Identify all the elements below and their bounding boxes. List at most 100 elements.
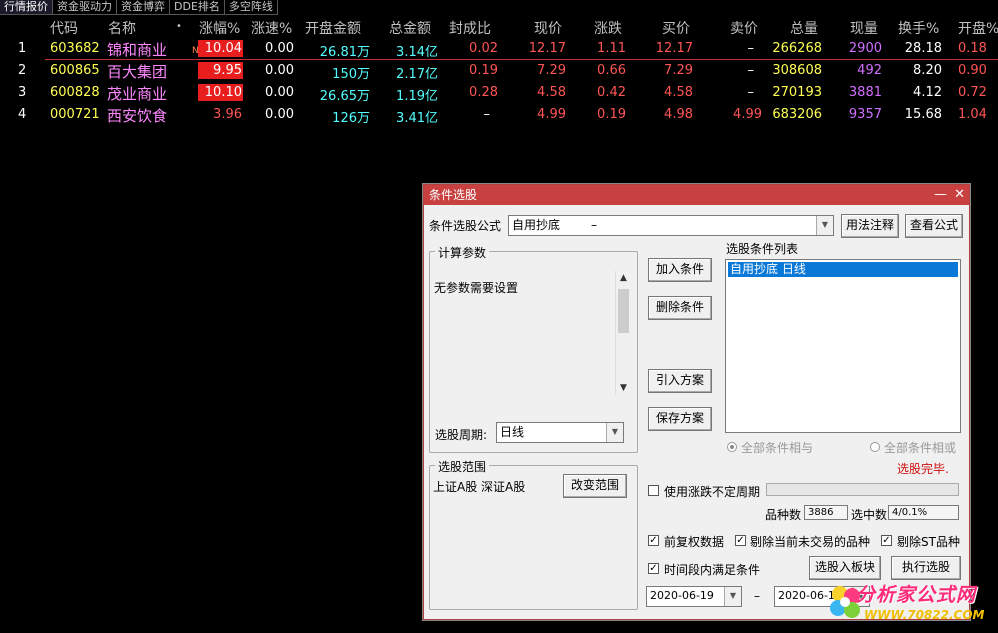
pre-adjust-checkbox[interactable]: ✓ [648,535,659,546]
col-dot: • [176,21,182,32]
ask-cell: – [747,63,755,78]
formula-label: 条件选股公式 [429,219,502,233]
change-scope-button[interactable]: 改变范围 [563,474,627,498]
stock-name: 百大集团 [107,63,168,81]
var-period-checkbox[interactable] [648,485,659,496]
exclude-untraded-checkbox[interactable]: ✓ [735,535,746,546]
save-scheme-button[interactable]: 保存方案 [648,407,712,431]
status-text: 选股完毕. [897,462,949,476]
minimize-icon[interactable]: — [934,185,947,205]
bid-cell: 4.98 [664,107,693,122]
watermark-url: WWW.70822.COM [864,608,985,622]
chevron-down-icon[interactable]: ▼ [724,587,741,606]
speed-pct-cell: 0.00 [265,63,294,78]
radio-or-label: 全部条件相或 [884,441,957,455]
col-name[interactable]: 名称 [108,18,136,38]
formula-value: 自用抄底 [512,218,561,232]
close-icon[interactable]: ✕ [954,185,965,205]
radio-and[interactable] [727,442,737,452]
speed-pct-cell: 0.00 [265,107,294,122]
open-pct-cell: 0.72 [958,85,987,100]
cur-vol-cell: 9357 [848,107,882,122]
time-cond-checkbox[interactable]: ✓ [648,563,659,574]
scroll-thumb[interactable] [618,289,629,333]
watermark-title: 分析家公式网 [856,584,977,606]
add-condition-button[interactable]: 加入条件 [648,258,712,282]
table-header: 代码 名称 • 涨幅% 涨速% 开盘金额 总金额 封成比 现价 涨跌 买价 卖价… [0,16,998,38]
total-amount-cell: 2.17亿 [396,67,438,82]
chevron-up-icon[interactable]: ▲ [616,273,631,283]
col-price[interactable]: 现价 [534,18,562,38]
turnover-cell: 4.12 [913,85,942,100]
stock-code: 600828 [50,85,100,100]
run-screen-button[interactable]: 执行选股 [891,556,961,580]
date-from-picker[interactable]: 2020-06-19 ▼ [646,586,742,607]
chevron-down-icon[interactable]: ▼ [606,423,623,442]
scope-group-label: 选股范围 [435,458,490,475]
period-select[interactable]: 日线 ▼ [496,422,624,443]
time-cond-label: 时间段内满足条件 [664,563,761,577]
chevron-down-icon[interactable]: ▼ [816,216,833,235]
tab-dde-rank[interactable]: DDE排名 [170,0,225,15]
col-volume[interactable]: 总量 [790,18,818,38]
tab-fund-drive[interactable]: 资金驱动力 [53,0,117,15]
params-group-label: 计算参数 [435,244,490,261]
ask-cell: – [747,85,755,100]
import-scheme-button[interactable]: 引入方案 [648,369,712,393]
table-row[interactable]: 3 600828 茂业商业 10.10 0.00 26.65万 1.19亿 0.… [0,82,998,104]
col-open-pct[interactable]: 开盘% [958,18,998,38]
dialog-titlebar[interactable]: 条件选股 — ✕ [424,185,969,205]
formula-select[interactable]: 自用抄底 – ▼ [508,215,834,236]
row-index: 2 [18,63,27,78]
view-formula-button[interactable]: 查看公式 [905,214,963,238]
chg-pct-cell: 10.10 [198,84,243,101]
delete-condition-button[interactable]: 删除条件 [648,296,712,320]
volume-cell: 308608 [772,63,822,78]
scope-text: 上证A股 深证A股 [433,480,526,494]
table-row[interactable]: 1 603682 锦和商业 N 10.04 0.00 26.81万 3.14亿 … [0,38,998,60]
col-total-amount[interactable]: 总金额 [389,18,431,38]
ask-cell: 4.99 [733,107,762,122]
pre-adjust-label: 前复权数据 [664,535,725,549]
col-bid[interactable]: 买价 [662,18,690,38]
radio-or[interactable] [870,442,880,452]
price-cell: 4.99 [537,107,566,122]
var-period-label: 使用涨跌不定周期 [664,485,761,499]
stock-code: 600865 [50,63,100,78]
table-row[interactable]: 4 000721 西安饮食 3.96 0.00 126万 3.41亿 – 4.9… [0,104,998,126]
date-separator: – [754,589,760,603]
seal-ratio-cell: 0.19 [469,63,498,78]
col-turnover[interactable]: 换手% [898,18,939,38]
col-change[interactable]: 涨跌 [594,18,622,38]
to-block-button[interactable]: 选股入板块 [809,556,881,580]
progress-bar [766,483,959,496]
table-row[interactable]: 2 600865 百大集团 9.95 0.00 150万 2.17亿 0.19 … [0,60,998,82]
turnover-cell: 28.18 [904,41,942,56]
tab-quotes[interactable]: 行情报价 [0,0,53,15]
col-ask[interactable]: 卖价 [730,18,758,38]
condition-list[interactable]: 自用抄底 日线 [725,259,961,433]
open-pct-cell: 0.90 [958,63,987,78]
change-cell: 0.66 [597,63,626,78]
stock-name: 茂业商业 [107,85,168,103]
open-amount-cell: 26.81万 [319,45,370,60]
params-scrollbar[interactable]: ▲ ▼ [615,271,631,395]
col-speed-pct[interactable]: 涨速% [251,18,292,38]
tab-bull-bear[interactable]: 多空阵线 [224,0,278,15]
col-code[interactable]: 代码 [50,18,78,38]
col-open-amount[interactable]: 开盘金额 [305,18,361,38]
col-chg-pct[interactable]: 涨幅% [199,18,240,38]
open-amount-cell: 150万 [332,67,370,82]
chevron-down-icon[interactable]: ▼ [616,383,631,393]
condition-list-item[interactable]: 自用抄底 日线 [728,262,958,277]
col-seal-ratio[interactable]: 封成比 [449,18,491,38]
date-from-value: 2020-06-19 [650,589,714,602]
change-cell: 0.19 [597,107,626,122]
stock-name: 西安饮食 [107,107,168,125]
seal-ratio-cell: 0.02 [469,41,498,56]
usage-notes-button[interactable]: 用法注释 [841,214,899,238]
exclude-st-checkbox[interactable]: ✓ [881,535,892,546]
tab-fund-game[interactable]: 资金博弈 [117,0,170,15]
col-cur-vol[interactable]: 现量 [850,18,878,38]
chg-pct-cell: 9.95 [198,62,243,79]
